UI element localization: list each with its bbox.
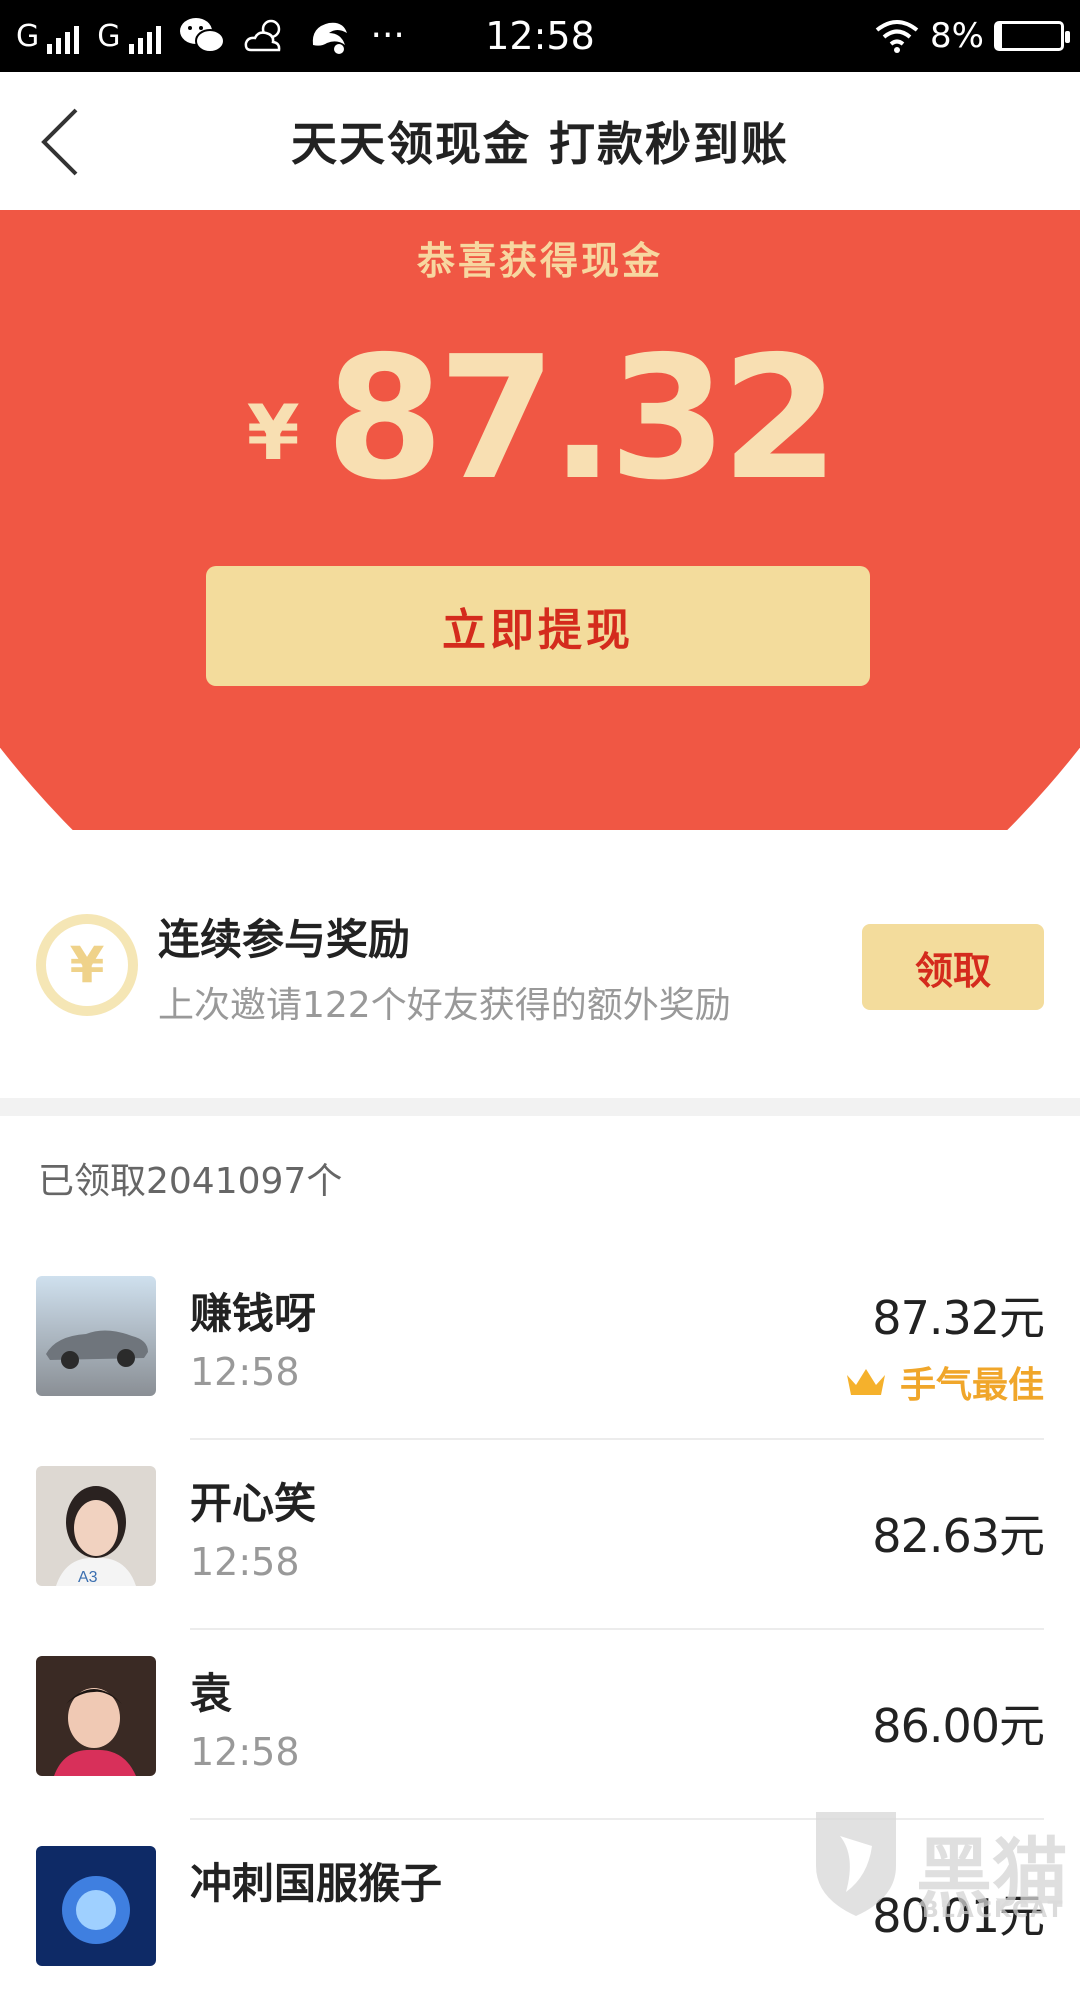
baby-avatar [36, 1656, 156, 1776]
user-name: 开心笑 [190, 1479, 317, 1528]
page-title: 天天领现金 打款秒到账 [290, 117, 789, 171]
woman-avatar: A3 [36, 1466, 156, 1586]
claim-time: 12:58 [190, 1730, 300, 1774]
list-item: 袁 12:58 86.00元 [0, 1630, 1080, 1820]
claim-time: 12:58 [190, 1540, 300, 1584]
wechat-icon [179, 18, 225, 53]
back-arrow-icon[interactable] [36, 102, 96, 182]
cash-amount: ¥87.32 [0, 320, 1080, 518]
uc-browser-icon [312, 22, 347, 54]
car-avatar [36, 1276, 156, 1396]
amount-value: 87.32 [325, 320, 840, 518]
nav-bar: 天天领现金 打款秒到账 [0, 72, 1080, 210]
currency-symbol: ¥ [246, 388, 300, 477]
list-item: A3 开心笑 12:58 82.63元 [0, 1440, 1080, 1630]
user-name: 袁 [190, 1669, 233, 1718]
more-notifications-icon: ··· [370, 15, 405, 56]
user-name: 赚钱呀 [190, 1289, 317, 1338]
hero-subtitle: 恭喜获得现金 [416, 239, 663, 283]
battery-percent: 8% [930, 16, 984, 56]
signal-icon: G [16, 18, 80, 54]
yuan-coin-icon: ¥ [36, 914, 138, 1016]
section-divider [0, 1098, 1080, 1116]
claim-button[interactable]: 领取 [862, 924, 1044, 1010]
crown-icon [846, 1369, 885, 1395]
reward-description: 上次邀请122个好友获得的额外奖励 [158, 985, 731, 1026]
withdraw-button[interactable]: 立即提现 [206, 566, 870, 686]
wifi-icon [875, 20, 919, 53]
watermark-subtext: BLACKCAT [922, 1898, 1065, 1923]
claim-amount: 87.32元 [872, 1291, 1045, 1345]
weather-icon [244, 19, 280, 52]
signal-icon: G [97, 18, 161, 54]
game-avatar [36, 1846, 156, 1966]
claim-time: 12:58 [190, 1350, 300, 1394]
best-luck-label: 手气最佳 [899, 1365, 1044, 1406]
user-name: 冲刺国服猴子 [190, 1859, 443, 1908]
carrier-label: G [97, 18, 121, 54]
battery-icon [994, 21, 1070, 51]
claim-amount: 86.00元 [872, 1699, 1045, 1753]
streak-reward-row: ¥ 连续参与奖励 上次邀请122个好友获得的额外奖励 领取 [0, 880, 1080, 1100]
carrier-label: G [16, 18, 40, 54]
svg-text:A3: A3 [78, 1569, 98, 1586]
best-luck-badge: 手气最佳 [844, 1356, 1044, 1408]
claim-amount: 82.63元 [872, 1509, 1045, 1563]
cat-shield-icon [816, 1812, 896, 1916]
hero-background [0, 210, 1080, 830]
list-item: 赚钱呀 12:58 87.32元 手气最佳 [0, 1250, 1080, 1440]
blackcat-watermark: 黑猫 BLACKCAT [806, 1806, 1080, 1923]
reward-title: 连续参与奖励 [158, 915, 411, 964]
claimed-count: 已领取2041097个 [38, 1161, 343, 1202]
status-bar: G G ··· 12:58 8% [0, 0, 1080, 72]
cash-hero: 恭喜获得现金 ¥87.32 立即提现 [0, 210, 1080, 830]
